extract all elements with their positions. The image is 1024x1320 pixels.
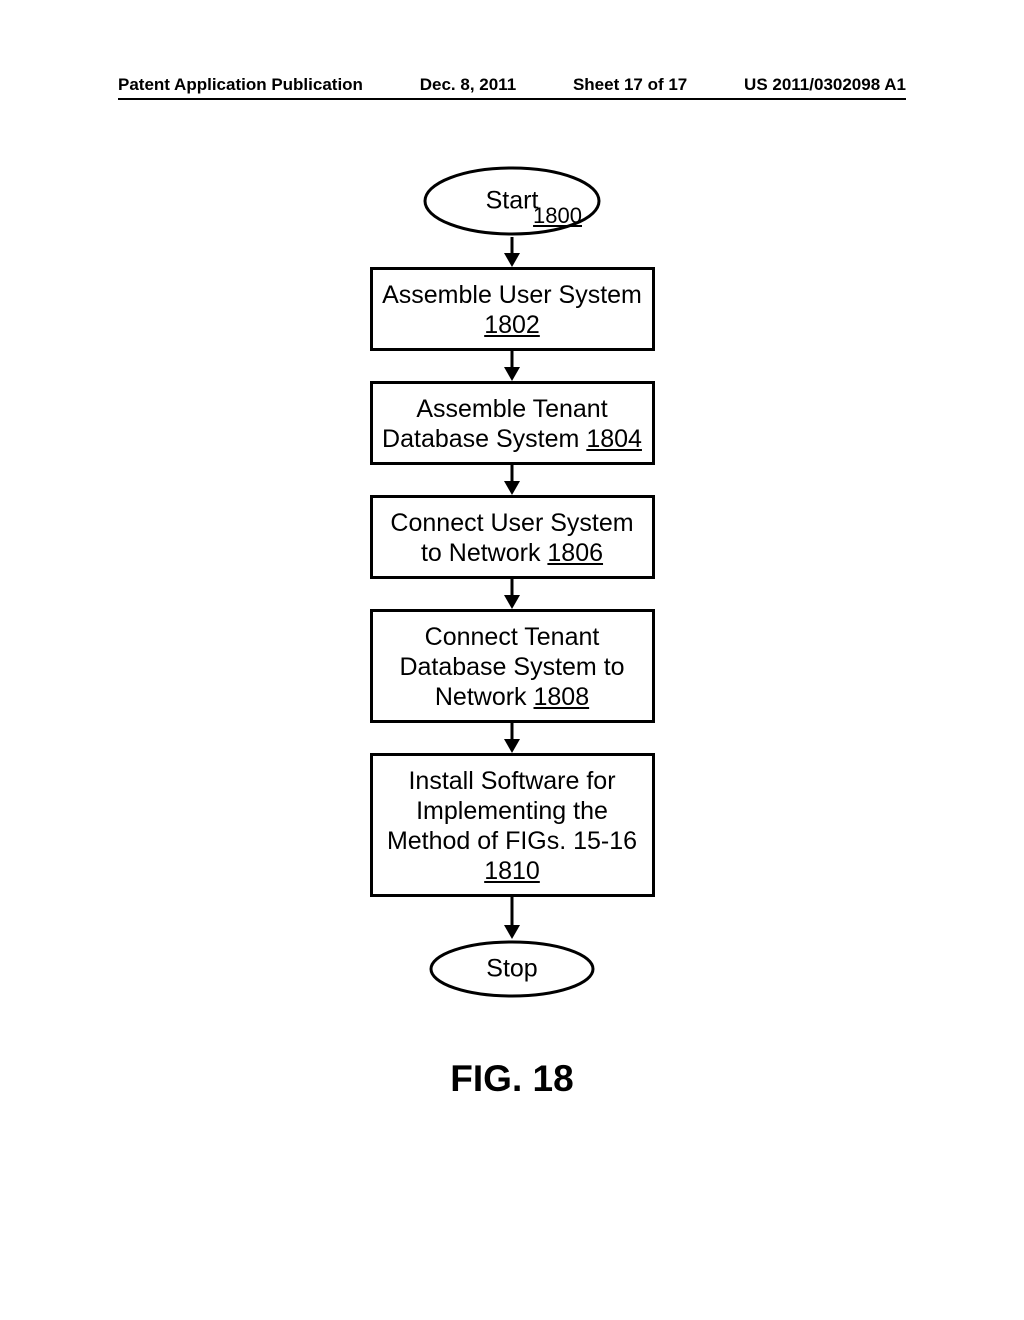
- process-text: Connect Tenant Database System to Networ…: [399, 623, 624, 711]
- process-ref: 1804: [586, 425, 642, 453]
- publication-type: Patent Application Publication: [118, 75, 363, 95]
- start-terminator: Start 1800: [422, 165, 602, 237]
- publication-number: US 2011/0302098 A1: [744, 75, 906, 95]
- header-rule: [118, 98, 906, 100]
- arrow-icon: [502, 723, 522, 753]
- arrow-icon: [502, 465, 522, 495]
- sheet-number: Sheet 17 of 17: [573, 75, 687, 95]
- flowchart: Start 1800 Assemble User System 1802 Ass…: [0, 165, 1024, 999]
- process-text: Assemble User System: [382, 281, 642, 309]
- process-ref: 1810: [484, 857, 540, 885]
- process-assemble-tenant-db: Assemble Tenant Database System 1804: [370, 381, 655, 465]
- process-install-software: Install Software for Implementing the Me…: [370, 753, 655, 897]
- arrow-icon: [502, 897, 522, 939]
- process-ref: 1806: [547, 539, 603, 567]
- process-text: Install Software for Implementing the Me…: [387, 767, 637, 855]
- arrow-icon: [502, 351, 522, 381]
- stop-label: Stop: [486, 955, 537, 984]
- page-header: Patent Application Publication Dec. 8, 2…: [118, 75, 906, 95]
- publication-date: Dec. 8, 2011: [420, 75, 516, 95]
- arrow-icon: [502, 237, 522, 267]
- process-connect-tenant-network: Connect Tenant Database System to Networ…: [370, 609, 655, 723]
- start-ref: 1800: [533, 203, 582, 229]
- figure-label: FIG. 18: [0, 1058, 1024, 1100]
- stop-terminator: Stop: [428, 939, 596, 999]
- process-text: Assemble Tenant Database System: [382, 395, 608, 453]
- patent-page: Patent Application Publication Dec. 8, 2…: [0, 0, 1024, 1320]
- start-label: Start: [486, 187, 539, 216]
- arrow-icon: [502, 579, 522, 609]
- process-ref: 1802: [484, 311, 540, 339]
- process-assemble-user-system: Assemble User System 1802: [370, 267, 655, 351]
- process-ref: 1808: [534, 683, 590, 711]
- process-connect-user-network: Connect User System to Network 1806: [370, 495, 655, 579]
